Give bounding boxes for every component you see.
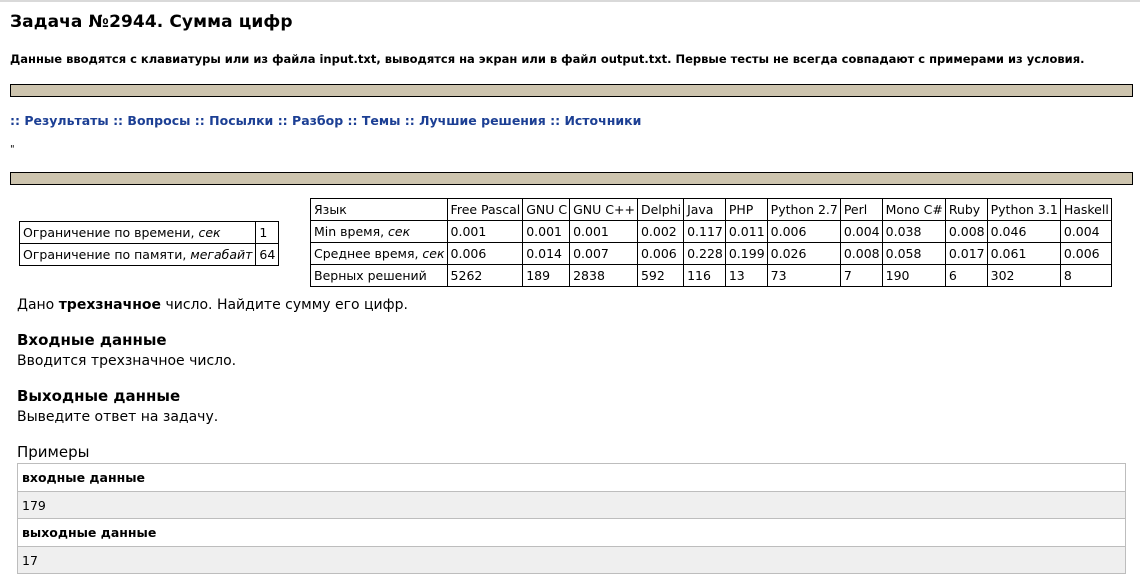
- stats-cell: 116: [683, 264, 726, 287]
- stats-cell: 592: [636, 264, 685, 287]
- example-table: входные данные 179 выходные данные 17: [17, 463, 1126, 574]
- stats-cell: 0.026: [766, 242, 841, 265]
- stray-mark: ": [10, 144, 15, 155]
- stats-correct-row: Верных решений 5262 189 2838 592 116 13 …: [310, 264, 1112, 287]
- stats-header-cell: Java: [683, 198, 726, 221]
- stats-header-row: Язык Free Pascal GNU C GNU C++ Delphi Ja…: [310, 198, 1112, 221]
- stats-header-cell: Ruby: [944, 198, 988, 221]
- nav-link-submissions[interactable]: Посылки: [209, 113, 273, 128]
- example-output-label-row: выходные данные: [17, 518, 1126, 547]
- stats-header-cell: Perl: [839, 198, 883, 221]
- time-limit-label: Ограничение по времени, сек: [18, 221, 257, 244]
- stats-cell: 0.006: [446, 242, 524, 265]
- stats-cell: 0.038: [881, 220, 946, 243]
- stats-cell: 2838: [569, 264, 638, 287]
- stats-cell: 0.001: [569, 220, 638, 243]
- output-section-title: Выходные данные: [17, 387, 181, 405]
- problem-statement: Дано трехзначное число. Найдите сумму ег…: [17, 297, 408, 313]
- nav-link-best-solutions[interactable]: Лучшие решения: [419, 113, 546, 128]
- stats-cell: 0.006: [636, 242, 685, 265]
- stats-header-cell: Delphi: [636, 198, 685, 221]
- stats-cell: 0.199: [724, 242, 768, 265]
- stats-header-cell: PHP: [724, 198, 768, 221]
- stats-header-cell: Haskell: [1059, 198, 1112, 221]
- stats-row-label: Min время, сек: [310, 220, 448, 243]
- stats-cell: 0.001: [522, 220, 571, 243]
- stats-cell: 0.006: [766, 220, 841, 243]
- stats-cell: 7: [839, 264, 883, 287]
- stats-cell: 189: [522, 264, 571, 287]
- stats-cell: 190: [881, 264, 946, 287]
- language-stats-table: Язык Free Pascal GNU C GNU C++ Delphi Ja…: [310, 198, 1112, 287]
- example-input-label: входные данные: [17, 463, 1126, 492]
- stats-cell: 0.061: [986, 242, 1061, 265]
- stats-cell: 0.228: [683, 242, 726, 265]
- example-input-value-row: 179: [17, 491, 1126, 519]
- top-border: [0, 0, 1140, 2]
- stats-cell: 0.006: [1059, 242, 1112, 265]
- stats-header-cell: Python 2.7: [766, 198, 841, 221]
- output-section-text: Выведите ответ на задачу.: [17, 409, 219, 425]
- stats-header-cell: Язык: [310, 198, 448, 221]
- stats-header-cell: GNU C++: [569, 198, 638, 221]
- example-output-value[interactable]: 17: [17, 546, 1126, 574]
- stats-avg-row: Среднее время, сек 0.006 0.014 0.007 0.0…: [310, 242, 1112, 265]
- memory-limit-value: 64: [255, 243, 280, 266]
- nav-link-topics[interactable]: Темы: [362, 113, 401, 128]
- time-limit-row: Ограничение по времени, сек 1: [18, 221, 280, 244]
- stats-row-label: Верных решений: [310, 264, 448, 287]
- stats-cell: 302: [986, 264, 1061, 287]
- stats-cell: 13: [724, 264, 768, 287]
- example-input-label-row: входные данные: [17, 463, 1126, 492]
- stats-cell: 0.004: [1059, 220, 1112, 243]
- divider-bar: [10, 84, 1133, 97]
- stats-cell: 0.014: [522, 242, 571, 265]
- stats-row-label: Среднее время, сек: [310, 242, 448, 265]
- stats-cell: 0.117: [683, 220, 726, 243]
- time-limit-value: 1: [255, 221, 280, 244]
- stats-cell: 0.017: [944, 242, 988, 265]
- stats-cell: 0.008: [944, 220, 988, 243]
- stats-cell: 0.001: [446, 220, 524, 243]
- limits-table: Ограничение по времени, сек 1 Ограничени…: [18, 221, 280, 266]
- stats-cell: 73: [766, 264, 841, 287]
- nav-link-questions[interactable]: Вопросы: [127, 113, 190, 128]
- nav-link-sources[interactable]: Источники: [564, 113, 641, 128]
- stats-cell: 6: [944, 264, 988, 287]
- stats-cell: 8: [1059, 264, 1112, 287]
- example-output-value-row: 17: [17, 546, 1126, 574]
- page-title: Задача №2944. Сумма цифр: [10, 12, 293, 32]
- stats-min-row: Min время, сек 0.001 0.001 0.001 0.002 0…: [310, 220, 1112, 243]
- stats-cell: 0.002: [636, 220, 685, 243]
- stats-cell: 0.058: [881, 242, 946, 265]
- memory-limit-label: Ограничение по памяти, мегабайт: [18, 243, 257, 266]
- stats-cell: 0.046: [986, 220, 1061, 243]
- divider-bar: [10, 172, 1133, 185]
- input-section-text: Вводится трехзначное число.: [17, 353, 237, 369]
- nav-link-results[interactable]: Результаты: [24, 113, 108, 128]
- stats-cell: 0.004: [839, 220, 883, 243]
- stats-header-cell: Mono C#: [881, 198, 946, 221]
- example-output-label: выходные данные: [17, 518, 1126, 547]
- io-note: Данные вводятся с клавиатуры или из файл…: [10, 52, 1085, 66]
- example-input-value[interactable]: 179: [17, 491, 1126, 519]
- stats-cell: 0.011: [724, 220, 768, 243]
- stats-cell: 5262: [446, 264, 524, 287]
- stats-header-cell: Free Pascal: [446, 198, 524, 221]
- examples-title: Примеры: [17, 443, 90, 461]
- input-section-title: Входные данные: [17, 331, 167, 349]
- stats-cell: 0.008: [839, 242, 883, 265]
- nav-link-analysis[interactable]: Разбор: [292, 113, 343, 128]
- stats-cell: 0.007: [569, 242, 638, 265]
- stats-header-cell: GNU C: [522, 198, 571, 221]
- stats-header-cell: Python 3.1: [986, 198, 1061, 221]
- memory-limit-row: Ограничение по памяти, мегабайт 64: [18, 243, 280, 266]
- problem-nav: :: Результаты :: Вопросы :: Посылки :: Р…: [10, 113, 642, 128]
